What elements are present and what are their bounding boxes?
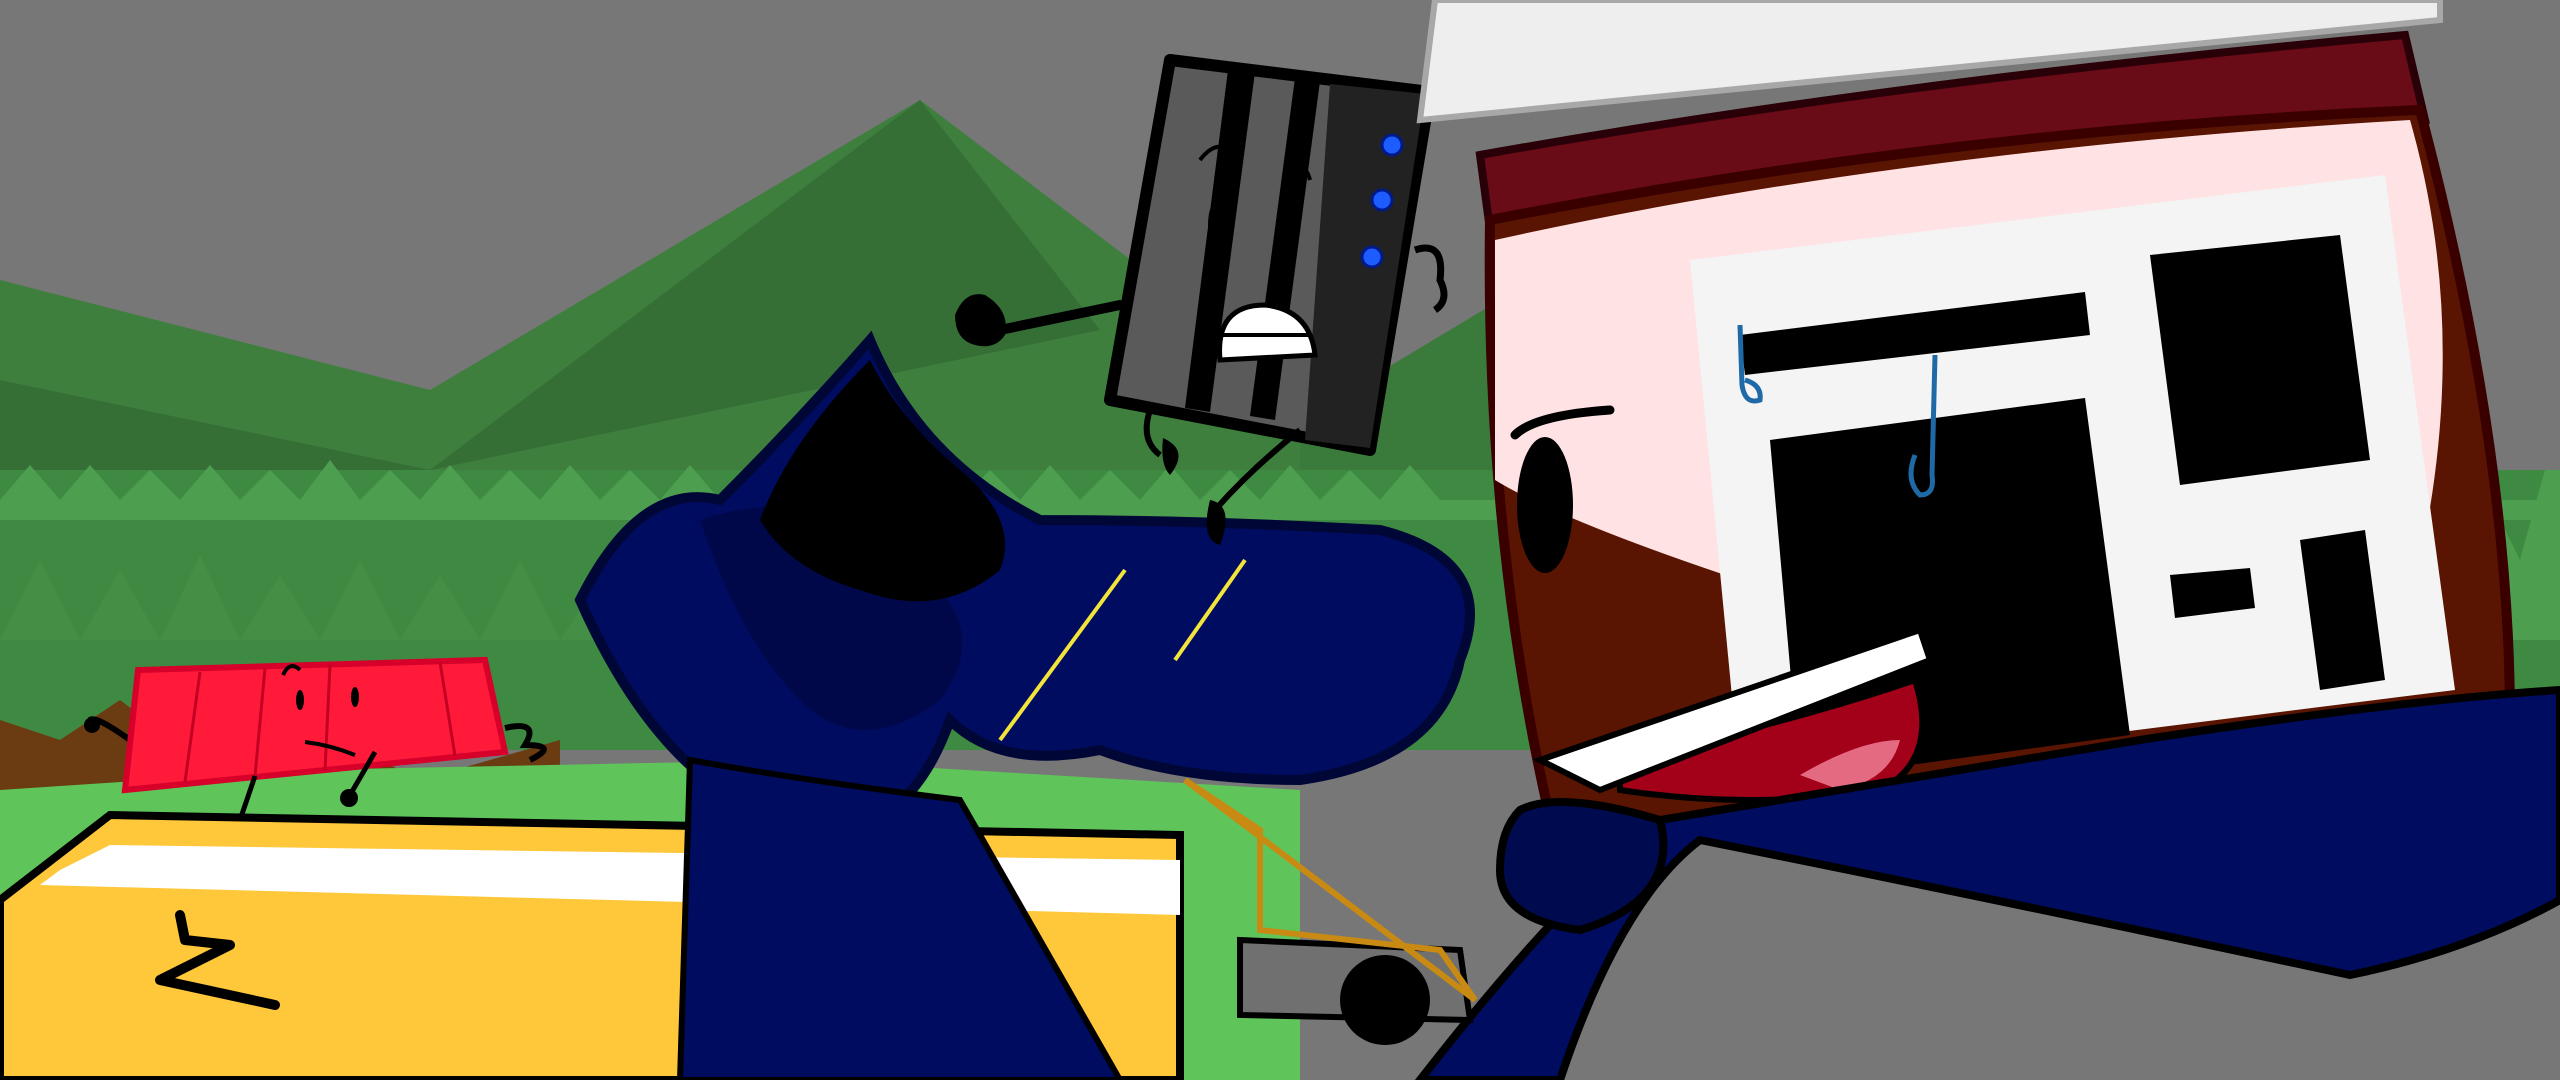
red-bar-left-hand xyxy=(84,717,100,733)
paper-block xyxy=(2150,235,2370,485)
red-bar-foot xyxy=(340,789,358,807)
gray-speaker-blue-light xyxy=(1370,188,1394,212)
cartoon-scene xyxy=(0,0,2560,1080)
red-bar-eye xyxy=(351,687,359,707)
gray-speaker-blue-light xyxy=(1380,133,1404,157)
maroon-box-side-eye xyxy=(1517,437,1573,573)
gray-speaker-blue-light xyxy=(1360,245,1384,269)
gray-speaker-eye xyxy=(1283,218,1297,262)
red-bar-eye xyxy=(296,690,304,710)
gray-speaker-eye xyxy=(1208,203,1222,247)
black-wheel xyxy=(1340,955,1430,1045)
